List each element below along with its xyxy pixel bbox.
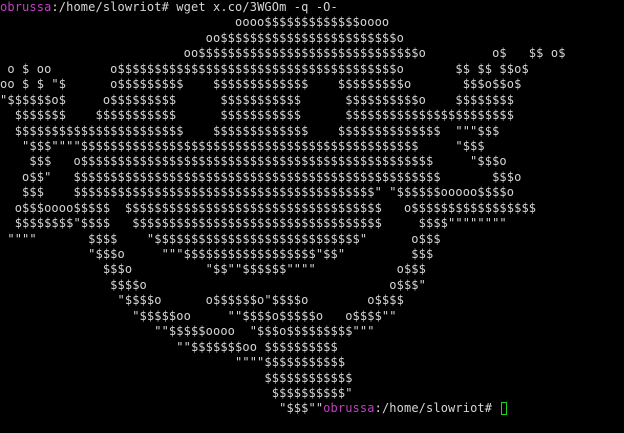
ascii-art-line: ""$$$$$oooo "$$$o$$$$$$$$$""" [0, 324, 375, 339]
ascii-art-line: $$$$$$$$$$$$ [0, 370, 353, 385]
ascii-art-line: $$$ o$$$$$$$$$$$$$$$$$$$$$$$$$$$$$$$$$$$… [0, 154, 507, 169]
terminal-cursor[interactable] [501, 402, 508, 416]
ascii-art-line: $$$ $$$$$$$$$$$$$$$$$$$$$$$$$$$$$$$$$$$$… [0, 185, 515, 200]
ascii-art-line: ""$$$$$$$oo $$$$$$$$$$ [0, 339, 338, 354]
ascii-art-line: $$$$$$$$$$" [0, 385, 353, 400]
ascii-art: oooo$$$$$$$$$$$$$oooo oo$$$$$$$$$$$$$$$$… [0, 15, 566, 401]
ascii-art-line: oo$$$$$$$$$$$$$$$$$$$$$$$$o [0, 30, 404, 45]
terminal-window[interactable]: obrussa:/home/slowriot# wget x.co/3WGOm … [0, 0, 624, 433]
command-text: wget x.co/3WGOm -q -O- [168, 0, 338, 14]
ascii-art-line: $$$$o o$$$" [0, 277, 426, 292]
ascii-art-line: o $ oo o$$$$$$$$$$$$$$$$$$$$$$$$$$$$$$$$… [0, 61, 529, 76]
ascii-art-line: "$$$$o o$$$$$$o"$$$$o o$$$$ [0, 293, 404, 308]
ascii-art-line: "$$$$$oo ""$$$$o$$$$$o o$$$$"" [0, 308, 397, 323]
final-prompt-space [492, 401, 499, 415]
ascii-art-line: oo $ $ "$ o$$$$$$$$$ $$$$$$$$$$$$$ $$$$$… [0, 77, 522, 92]
prompt-path: :/home/slowriot# [51, 0, 169, 14]
final-prompt-path: :/home/slowriot# [374, 401, 493, 416]
ascii-art-line: """" $$$$ "$$$$$$$$$$$$$$$$$$$$$$$$$$$$"… [0, 231, 441, 246]
ascii-art-line: oooo$$$$$$$$$$$$$oooo [0, 15, 390, 30]
ascii-art-line: o$$" $$$$$$$$$$$$$$$$$$$$$$$$$$$$$$$$$$$… [0, 169, 522, 184]
ascii-art-line: $$$o "$$""$$$$$$"""" o$$$ [0, 262, 426, 277]
ascii-art-line: "$$$""""$$$$$$$$$$$$$$$$$$$$$$$$$$$$$$$$… [0, 138, 485, 153]
prompt-user-host: obrussa [0, 0, 52, 14]
ascii-art-line: """"$$$$$$$$$$$ [0, 355, 346, 370]
ascii-art-line: $$$$$$$$$$$$$$$$$$$$$$$ $$$$$$$$$$$$$ $$… [0, 123, 500, 138]
ascii-art-line: $$$$$$$ $$$$$$$$$$$ $$$$$$$$$$$ $$$$$$$$… [0, 108, 515, 123]
terminal-output: obrussa:/home/slowriot# wget x.co/3WGOm … [0, 0, 566, 417]
ascii-art-line: "$$$$$$o$ o$$$$$$$$$ $$$$$$$$$$$ $$$$$$$… [0, 92, 515, 107]
ascii-art-line: o$$$oooo$$$$$ $$$$$$$$$$$$$$$$$$$$$$$$$$… [0, 200, 537, 215]
final-line: "$$$""obrussa:/home/slowriot# [0, 401, 566, 416]
ascii-art-line: oo$$$$$$$$$$$$$$$$$$$$$$$$$$$$$$o o$ $$ … [0, 46, 566, 61]
final-prompt-user-host: obrussa [323, 401, 375, 416]
command-line: obrussa:/home/slowriot# wget x.co/3WGOm … [0, 0, 566, 15]
ascii-art-tail: "$$$"" [0, 401, 324, 416]
ascii-art-line: $$$$$$$$"$$$$ $$$$$$$$$$$$$$$$$$$$$$$$$$… [0, 216, 507, 231]
ascii-art-line: "$$$o """$$$$$$$$$$$$$$$$$$"$$" $$$ [0, 247, 434, 261]
